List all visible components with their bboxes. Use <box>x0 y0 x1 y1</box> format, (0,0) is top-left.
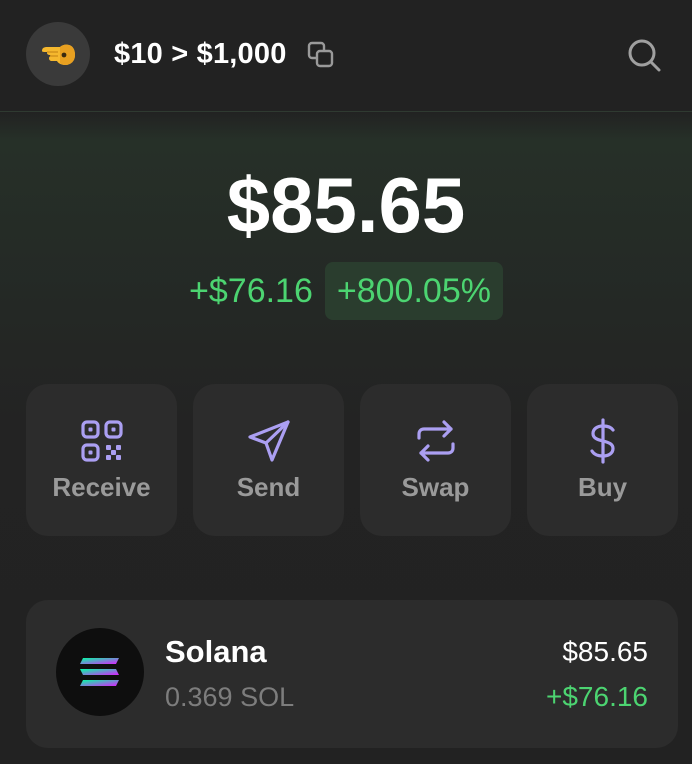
token-row-solana[interactable]: Solana 0.369 SOL $85.65 +$76.16 <box>26 600 678 748</box>
balance-change-row: +$76.16 +800.05% <box>0 262 692 320</box>
token-amount: 0.369 SOL <box>165 682 295 712</box>
account-avatar[interactable] <box>26 22 90 86</box>
pointing-hand-emoji-icon <box>42 44 75 65</box>
balance-change-amount: +$76.16 <box>189 272 313 310</box>
send-label: Send <box>236 472 301 502</box>
receive-button[interactable]: Receive <box>26 384 177 536</box>
token-value: $85.65 <box>562 636 648 667</box>
action-buttons: Receive Send Swap Buy <box>26 384 692 536</box>
wallet-screen: $10 > $1,000 $85.65 +$76.16 +800.05% Rec… <box>0 0 692 764</box>
swap-label: Swap <box>401 472 470 502</box>
receive-label: Receive <box>52 472 151 502</box>
send-button[interactable]: Send <box>193 384 344 536</box>
token-change: +$76.16 <box>546 681 648 712</box>
swap-icon <box>416 420 455 462</box>
balance-change-percent-badge: +800.05% <box>324 262 503 320</box>
total-balance: $85.65 <box>226 161 466 249</box>
search-icon[interactable] <box>626 37 662 73</box>
solana-logo-icon <box>56 628 144 716</box>
qr-code-icon <box>80 420 123 462</box>
copy-icon[interactable] <box>306 40 336 70</box>
buy-label: Buy <box>577 472 628 502</box>
send-icon <box>247 420 290 462</box>
dollar-icon <box>589 418 615 464</box>
token-name: Solana <box>165 634 267 669</box>
buy-button[interactable]: Buy <box>527 384 678 536</box>
header: $10 > $1,000 <box>0 0 692 112</box>
solana-logo-svg <box>80 658 119 686</box>
swap-button[interactable]: Swap <box>360 384 511 536</box>
account-name[interactable]: $10 > $1,000 <box>114 36 287 72</box>
